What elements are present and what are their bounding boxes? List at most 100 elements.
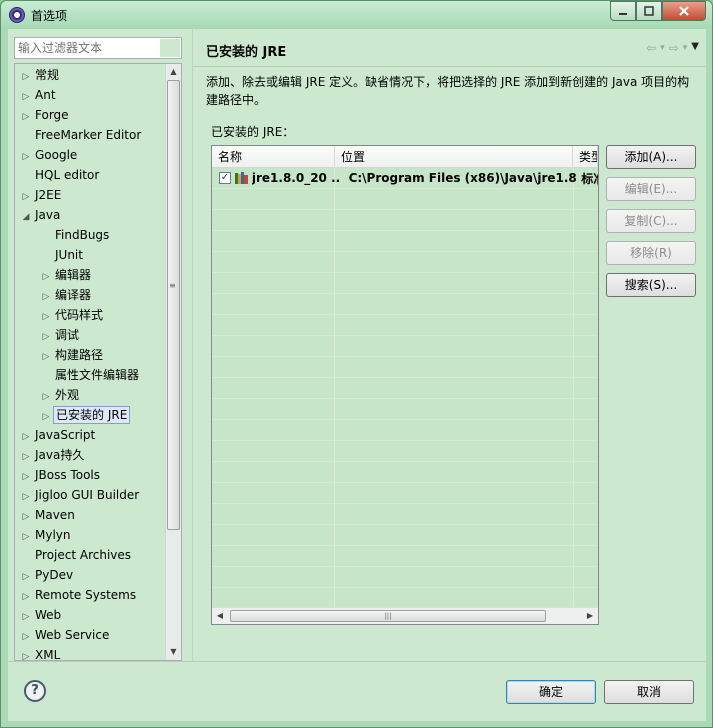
tree-item[interactable]: ▷ Jigloo GUI Builder [19,485,141,505]
tree-item[interactable]: ▷ Web [19,605,63,625]
tree-item[interactable]: ▷ Remote Systems [19,585,138,605]
cancel-button[interactable]: 取消 [604,680,694,704]
column-divider [334,168,335,608]
tree-item-label: 调试 [55,328,80,342]
expand-icon[interactable]: ▷ [39,327,53,347]
expand-icon[interactable]: ▷ [19,107,33,127]
tree-item[interactable]: ▷ 调试 [39,325,81,345]
expand-icon[interactable]: ▷ [39,387,53,407]
tree-item[interactable]: ▷ Forge [19,105,71,125]
tree-item[interactable]: ▷ 代码样式 [39,305,105,325]
tree-item[interactable]: 属性文件编辑器 [39,365,141,385]
tree-item-label: Forge [35,108,69,122]
tree-scrollbar[interactable]: ▲ ≡ ▼ [165,64,181,660]
row-divider [212,461,598,462]
jre-checkbox[interactable]: ✓ [219,172,231,184]
add-button[interactable]: 添加(A)... [606,145,696,169]
help-icon[interactable]: ? [24,680,46,702]
tree-item[interactable]: ▷ 编辑器 [39,265,93,285]
column-header-type[interactable]: 类型 [573,146,598,168]
tree-item[interactable]: ▷ JBoss Tools [19,465,102,485]
tree-item[interactable]: ▷ 构建路径 [39,345,105,365]
tree-item[interactable]: ▷ 外观 [39,385,81,405]
hscroll-thumb[interactable]: ||| [230,610,546,622]
edit-button[interactable]: 编辑(E)... [606,177,696,201]
scroll-thumb[interactable] [167,80,180,530]
tree-item[interactable]: ▷ 常规 [19,65,61,85]
tree-item[interactable]: JUnit [39,245,85,265]
title-bar[interactable]: 首选项 [1,1,712,29]
expand-icon[interactable]: ▷ [19,647,33,660]
tree-item[interactable]: FreeMarker Editor [19,125,143,145]
jre-table[interactable]: 名称 位置 类型 ✓ [211,145,599,625]
column-divider [573,168,574,608]
expand-icon[interactable]: ▷ [19,187,33,207]
view-menu-icon[interactable]: ▼ [691,41,699,55]
search-button[interactable]: 搜索(S)... [606,273,696,297]
maximize-button[interactable] [636,1,662,21]
forward-arrow-icon[interactable]: ⇨ [669,41,679,55]
expand-icon[interactable]: ▷ [19,627,33,647]
tree-item-label: Remote Systems [35,588,137,602]
expand-icon[interactable]: ▷ [19,507,33,527]
tree-item[interactable]: ▷ 编译器 [39,285,93,305]
expand-icon[interactable]: ▷ [19,487,33,507]
tree-item[interactable]: ▷ J2EE [19,185,63,205]
expand-icon[interactable]: ▷ [39,267,53,287]
expand-icon[interactable]: ▷ [19,607,33,627]
filter-field[interactable] [14,37,182,59]
tree-item[interactable]: ▷ Java持久 [19,445,86,465]
expand-icon[interactable]: ▷ [19,67,33,87]
tree-item[interactable]: ▷ JavaScript [19,425,97,445]
column-header-name[interactable]: 名称 [212,146,335,168]
expand-icon[interactable]: ▷ [19,467,33,487]
copy-button[interactable]: 复制(C)... [606,209,696,233]
back-dropdown-icon[interactable]: ▾ [660,41,665,55]
preference-tree[interactable]: ▲ ≡ ▼ ▷ 常规 ▷ Ant ▷ Forge FreeMarker Editor ▷ Goo… [14,63,182,661]
tree-item[interactable]: ▷ 已安装的 JRE [39,405,131,427]
expand-icon[interactable]: ▷ [19,447,33,467]
minimize-icon [619,13,627,15]
forward-dropdown-icon[interactable]: ▾ [683,41,688,55]
expand-icon[interactable]: ▷ [19,87,33,107]
expand-icon[interactable]: ▷ [19,527,33,547]
filter-input[interactable] [15,38,161,58]
tree-item[interactable]: ▷ Maven [19,505,77,525]
expand-icon[interactable]: ▷ [19,587,33,607]
tree-item[interactable]: ▷ Ant [19,85,58,105]
expand-icon[interactable]: ▷ [39,407,53,427]
table-hscrollbar[interactable]: ◀ ||| ▶ [212,607,598,624]
expand-icon[interactable]: ▷ [39,287,53,307]
expand-icon[interactable]: ▷ [39,347,53,367]
scroll-right-icon[interactable]: ▶ [582,608,598,624]
expand-icon[interactable]: ▷ [39,307,53,327]
scroll-down-icon[interactable]: ▼ [166,644,181,660]
tree-item[interactable]: ▷ XML [19,645,62,660]
tree-item[interactable]: Project Archives [19,545,133,565]
filter-clear-icon[interactable] [160,39,180,57]
scroll-up-icon[interactable]: ▲ [166,64,181,80]
minimize-button[interactable] [610,1,636,21]
column-header-location[interactable]: 位置 [335,146,573,168]
back-arrow-icon[interactable]: ⇦ [646,41,656,55]
tree-item[interactable]: ◢ Java [19,205,62,225]
close-button[interactable] [662,1,706,21]
expand-icon[interactable]: ▷ [19,147,33,167]
tree-item[interactable]: ▷ PyDev [19,565,75,585]
tree-item-label: 已安装的 JRE [53,406,131,424]
window-title: 首选项 [31,9,68,23]
expand-icon[interactable]: ▷ [19,427,33,447]
collapse-icon[interactable]: ◢ [19,207,33,227]
tree-item[interactable]: ▷ Web Service [19,625,111,645]
tree-item[interactable]: ▷ Google [19,145,79,165]
row-divider [212,230,598,231]
ok-button[interactable]: 确定 [506,680,596,704]
tree-item[interactable]: HQL editor [19,165,101,185]
expand-icon[interactable]: ▷ [19,567,33,587]
scroll-left-icon[interactable]: ◀ [212,608,228,624]
tree-item[interactable]: ▷ Mylyn [19,525,73,545]
remove-button[interactable]: 移除(R) [606,241,696,265]
tree-item[interactable]: FindBugs [39,225,111,245]
table-row[interactable]: ✓ jre1.8.0_20 ... C:\Program Files (x86)… [212,168,598,188]
tree-item-label: HQL editor [35,168,100,182]
